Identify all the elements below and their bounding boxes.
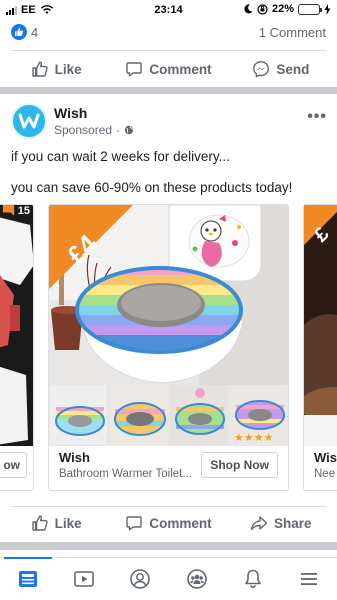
more-options-button[interactable]: ••• xyxy=(307,108,327,126)
product-thumbnail xyxy=(170,385,227,445)
post-text-line-2: you can save 60-90% on these products to… xyxy=(11,180,293,195)
tab-watch[interactable] xyxy=(56,558,112,600)
product-thumbnail: ★★★★ xyxy=(230,385,287,445)
feed-separator xyxy=(0,87,337,94)
groups-icon xyxy=(186,569,207,589)
price-tag-text: 15 xyxy=(17,205,30,217)
wish-logo-icon xyxy=(18,113,40,129)
carousel-card-toilet-warmer[interactable]: £4 ★★★★ Wish Bathroom Warmer Toilet... S… xyxy=(48,204,289,491)
tab-groups[interactable] xyxy=(169,558,225,600)
thumbs-up-icon xyxy=(31,515,48,531)
product-description: Nee xyxy=(314,468,336,480)
previous-post-actions: Like Comment Send xyxy=(0,51,337,87)
comment-button[interactable]: Comment xyxy=(112,51,224,87)
shop-now-button[interactable]: Shop Now xyxy=(201,452,278,478)
sponsored-label-row: Sponsored · xyxy=(54,123,134,137)
notifications-icon xyxy=(244,569,261,589)
share-button[interactable]: Share xyxy=(225,505,337,541)
menu-icon xyxy=(300,573,317,585)
charging-icon xyxy=(324,3,331,15)
product-image: 15 xyxy=(0,205,33,446)
product-thumbnail xyxy=(110,385,167,445)
tab-notifications[interactable] xyxy=(225,558,281,600)
like-button[interactable]: Like xyxy=(0,505,112,541)
card-footer: Wis Nee xyxy=(304,444,337,490)
tab-profile[interactable] xyxy=(112,558,168,600)
like-reaction-icon xyxy=(11,24,27,40)
post-actions: Like Comment Share xyxy=(0,505,337,541)
share-label: Share xyxy=(274,515,312,531)
comment-label: Comment xyxy=(149,61,212,77)
feed-separator xyxy=(0,542,337,550)
card-footer: ow xyxy=(0,444,33,490)
comment-icon xyxy=(126,516,143,531)
separator-dot: · xyxy=(116,123,121,137)
product-title: Wis xyxy=(314,450,337,465)
carousel-card-previous[interactable]: 15 ow xyxy=(0,204,34,491)
page-name[interactable]: Wish xyxy=(54,105,87,121)
like-label: Like xyxy=(54,61,82,77)
tab-menu[interactable] xyxy=(281,558,337,600)
wish-logo-avatar[interactable] xyxy=(11,103,47,139)
globe-icon xyxy=(124,125,134,135)
comment-label: Comment xyxy=(149,515,212,531)
product-carousel[interactable]: 15 ow £4 ★★★★ Wish Bathroom Warmer Toile… xyxy=(0,204,337,492)
watch-icon xyxy=(74,571,95,587)
like-label: Like xyxy=(54,515,82,531)
profile-icon xyxy=(130,569,151,589)
sponsored-label: Sponsored xyxy=(54,123,113,137)
product-thumbnails: ★★★★ xyxy=(49,385,288,445)
thumbs-up-icon xyxy=(31,61,48,77)
product-thumbnail xyxy=(50,385,107,445)
carousel-card-next[interactable]: £ Wis Nee xyxy=(303,204,337,491)
status-bar: EE 23:14 22% xyxy=(0,0,337,20)
post-text-line-1: if you can wait 2 weeks for delivery... xyxy=(11,149,230,164)
product-description: Bathroom Warmer Toilet... xyxy=(59,468,192,480)
send-label: Send xyxy=(276,61,310,77)
moon-icon xyxy=(244,4,253,14)
bottom-tab-bar xyxy=(0,557,337,600)
reaction-summary: 4 1 Comment xyxy=(0,22,337,44)
like-count[interactable]: 4 xyxy=(31,25,38,40)
battery-percent: 22% xyxy=(271,3,294,15)
card-footer: Wish Bathroom Warmer Toilet... Shop Now xyxy=(49,444,288,490)
comment-icon xyxy=(126,62,143,77)
messenger-icon xyxy=(253,61,270,78)
product-image: £4 ★★★★ xyxy=(49,205,288,446)
svg-text:★★★★: ★★★★ xyxy=(234,431,274,444)
send-button[interactable]: Send xyxy=(225,51,337,87)
comment-button[interactable]: Comment xyxy=(112,505,224,541)
like-button[interactable]: Like xyxy=(0,51,112,87)
product-title: Wish xyxy=(59,450,90,465)
orientation-lock-icon xyxy=(257,3,268,15)
shop-now-button[interactable]: ow xyxy=(0,452,27,478)
share-icon xyxy=(250,516,268,531)
product-image: £ xyxy=(304,205,337,446)
tab-news-feed[interactable] xyxy=(0,557,56,600)
comment-count[interactable]: 1 Comment xyxy=(259,25,326,40)
battery-icon xyxy=(298,3,322,15)
news-feed-icon xyxy=(19,571,38,587)
